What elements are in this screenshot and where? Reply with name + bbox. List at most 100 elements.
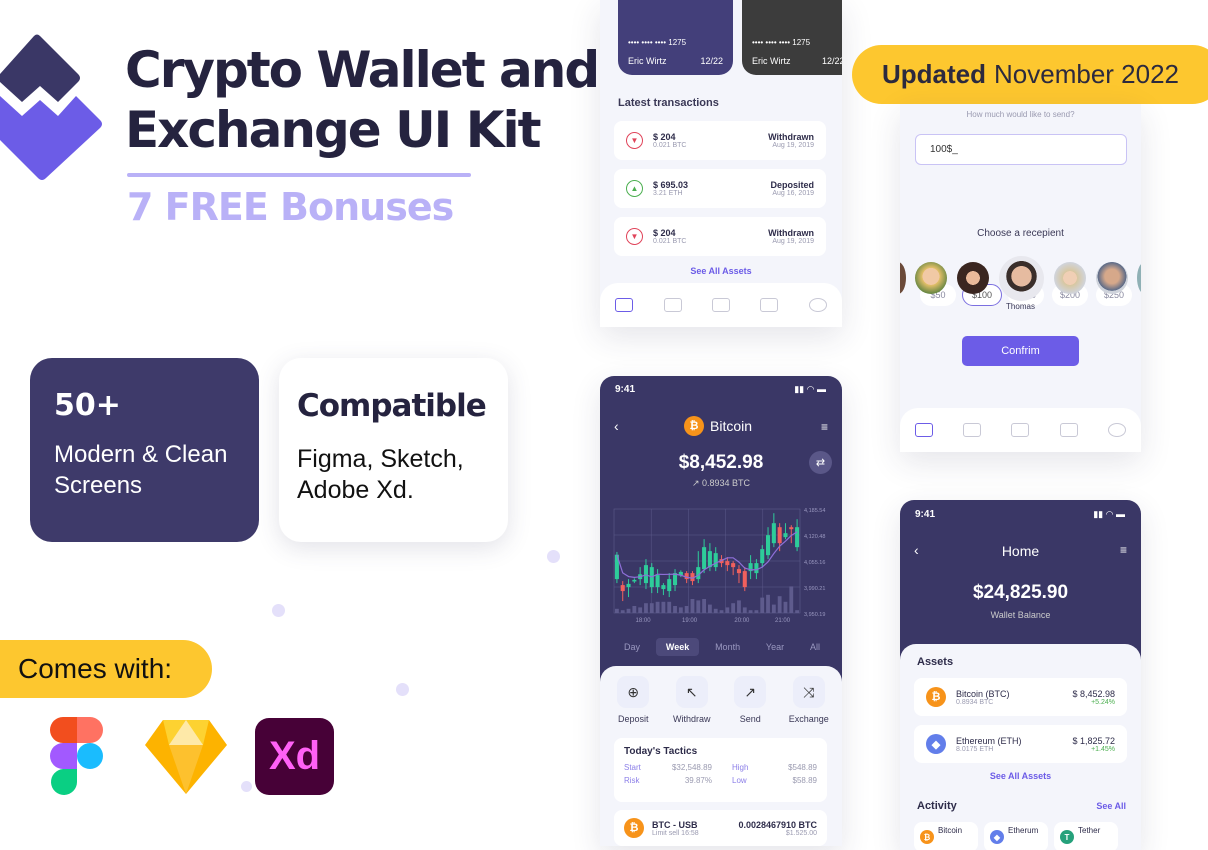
order-row[interactable]: ₿ BTC - USB Limit sell 16:58 0.0028467910…: [614, 810, 827, 846]
activity-card[interactable]: ₿ Bitcoin: [914, 822, 978, 850]
figma-logo-icon: [50, 717, 103, 795]
candle-body: [696, 567, 701, 580]
candle-body: [795, 527, 800, 548]
volume-bar: [702, 599, 706, 613]
back-icon[interactable]: ‹: [614, 418, 619, 434]
transaction-row[interactable]: ▼ $ 204 0.021 BTC Withdrawn Aug 19, 2019: [614, 217, 826, 256]
candle-body: [713, 553, 718, 568]
exchange-icon: ⤨: [792, 676, 825, 708]
bank-card[interactable]: •••• •••• •••• 1275 Eric Wirtz 12/22: [742, 0, 842, 75]
recipient-avatar[interactable]: [1096, 262, 1128, 294]
volume-bar: [748, 610, 753, 613]
withdraw-icon: ↖: [675, 676, 708, 708]
recipient-avatar[interactable]: [1054, 262, 1086, 294]
activity-card[interactable]: T Tether: [1054, 822, 1118, 850]
see-all-activity-link[interactable]: See All: [1096, 801, 1126, 811]
card-expiry: 12/22: [700, 56, 723, 66]
recipient-title: Choose a recepient: [977, 228, 1064, 239]
volume-bar: [684, 606, 689, 613]
send-button[interactable]: ↗ Send: [725, 676, 775, 724]
tx-date: Aug 19, 2019: [772, 238, 814, 245]
brand-logo: [0, 34, 102, 180]
nav-chart-icon[interactable]: [915, 423, 934, 437]
hero-title: Crypto Wallet and Exchange UI Kit: [125, 40, 600, 160]
action-label: Deposit: [617, 714, 649, 724]
tx-amount: $ 204: [653, 228, 676, 238]
tab-week[interactable]: Week: [655, 638, 700, 656]
asset-name: Bitcoin (BTC): [956, 688, 1010, 699]
card-holder: Eric Wirtz: [752, 56, 791, 66]
nav-chart-icon[interactable]: [615, 298, 634, 312]
candle-body: [742, 571, 747, 588]
y-tick-label: 3,950.19: [804, 612, 825, 618]
tx-status: Withdrawn: [768, 228, 814, 238]
assets-title: Assets: [917, 656, 954, 668]
see-all-assets-link[interactable]: See All Assets: [900, 771, 1141, 781]
candle-body: [754, 563, 759, 574]
tab-day[interactable]: Day: [614, 638, 650, 656]
asset-value: $ 8,452.98: [1072, 688, 1115, 699]
candle-body: [736, 569, 742, 574]
activity-card[interactable]: ◆ Etherum: [984, 822, 1048, 850]
tab-month[interactable]: Month: [705, 638, 750, 656]
menu-icon[interactable]: ≡: [821, 420, 828, 434]
volume-bar: [667, 601, 672, 613]
volume-bar: [760, 597, 765, 613]
recipient-avatar[interactable]: [1137, 262, 1141, 294]
recipient-avatar-selected[interactable]: [999, 256, 1044, 301]
tab-all[interactable]: All: [800, 638, 830, 656]
volume-bar: [713, 608, 718, 613]
withdraw-button[interactable]: ↖ Withdraw: [667, 676, 717, 724]
amount-input[interactable]: [915, 134, 1127, 165]
nav-profile-icon[interactable]: [1107, 423, 1126, 437]
nav-wallet-icon[interactable]: [963, 423, 982, 437]
swap-icon[interactable]: ⇄: [809, 451, 832, 474]
volume-bar: [708, 604, 712, 613]
candle-body: [777, 527, 782, 544]
recipient-avatar[interactable]: [900, 262, 906, 294]
nav-exchange-icon[interactable]: [1011, 423, 1030, 437]
volume-bar: [632, 606, 637, 613]
asset-change: +5.24%: [1091, 698, 1115, 706]
asset-row[interactable]: ◆ Ethereum (ETH) 8.0175 ETH $ 1,825.72 +1.…: [914, 725, 1127, 763]
activity-label: Bitcoin: [938, 826, 963, 835]
nav-profile-icon[interactable]: [808, 298, 827, 312]
see-all-assets-link[interactable]: See All Assets: [600, 266, 842, 276]
x-tick-label: 18:00: [636, 618, 652, 624]
nav-exchange-icon[interactable]: [711, 298, 730, 312]
confirm-button[interactable]: Confrim: [962, 336, 1079, 366]
x-tick-label: 19:00: [682, 618, 698, 624]
asset-row[interactable]: ₿ Bitcoin (BTC) 0.8934 BTC $ 8,452.98 +5.2…: [914, 678, 1127, 716]
status-icons: ▮▮ ◠ ▬: [794, 384, 826, 394]
nav-shield-icon[interactable]: [760, 298, 779, 312]
bitcoin-icon: ₿: [684, 416, 704, 436]
tactic-key: High: [732, 763, 749, 772]
activity-label: Etherum: [1008, 826, 1039, 835]
trend-up-icon: ↗: [691, 478, 702, 488]
bank-card[interactable]: •••• •••• •••• 1275 Eric Wirtz 12/22: [618, 0, 733, 75]
recipient-avatar[interactable]: [957, 262, 989, 294]
updated-label: Updated: [882, 59, 986, 89]
transaction-row[interactable]: ▲ $ 695.03 3.21 ETH Deposited Aug 16, 2019: [614, 169, 826, 208]
menu-icon[interactable]: ≡: [1120, 543, 1127, 557]
deposit-button[interactable]: ⊕ Deposit: [608, 676, 658, 724]
compatible-tools: Figma, Sketch, Adobe Xd.: [297, 445, 464, 504]
nav-wallet-icon[interactable]: [663, 298, 682, 312]
section-title: Latest transactions: [618, 97, 719, 109]
tactic-value: 39.87%: [684, 776, 712, 785]
exchange-button[interactable]: ⤨ Exchange: [784, 676, 834, 724]
asset-value: $ 1,825.72: [1072, 735, 1115, 746]
volume-bar: [696, 600, 701, 613]
withdraw-icon: ▼: [626, 228, 643, 245]
tactics-card: Today's Tactics Start $32,548.89 High $548…: [614, 738, 827, 802]
nav-shield-icon[interactable]: [1059, 423, 1078, 437]
tab-year[interactable]: Year: [756, 638, 794, 656]
bitcoin-icon: ₿: [920, 830, 934, 844]
asset-name: Ethereum (ETH): [956, 735, 1022, 746]
transaction-row[interactable]: ▼ $ 204 0.021 BTC Withdrawn Aug 19, 2019: [614, 121, 826, 160]
coin-price: $8,452.98: [678, 452, 764, 473]
volume-bar: [638, 607, 643, 613]
asset-amount: 0.8934 BTC: [956, 698, 994, 706]
recipient-avatar[interactable]: [915, 262, 947, 294]
compatibility-card: Compatible Figma, Sketch, Adobe Xd.: [279, 358, 508, 542]
